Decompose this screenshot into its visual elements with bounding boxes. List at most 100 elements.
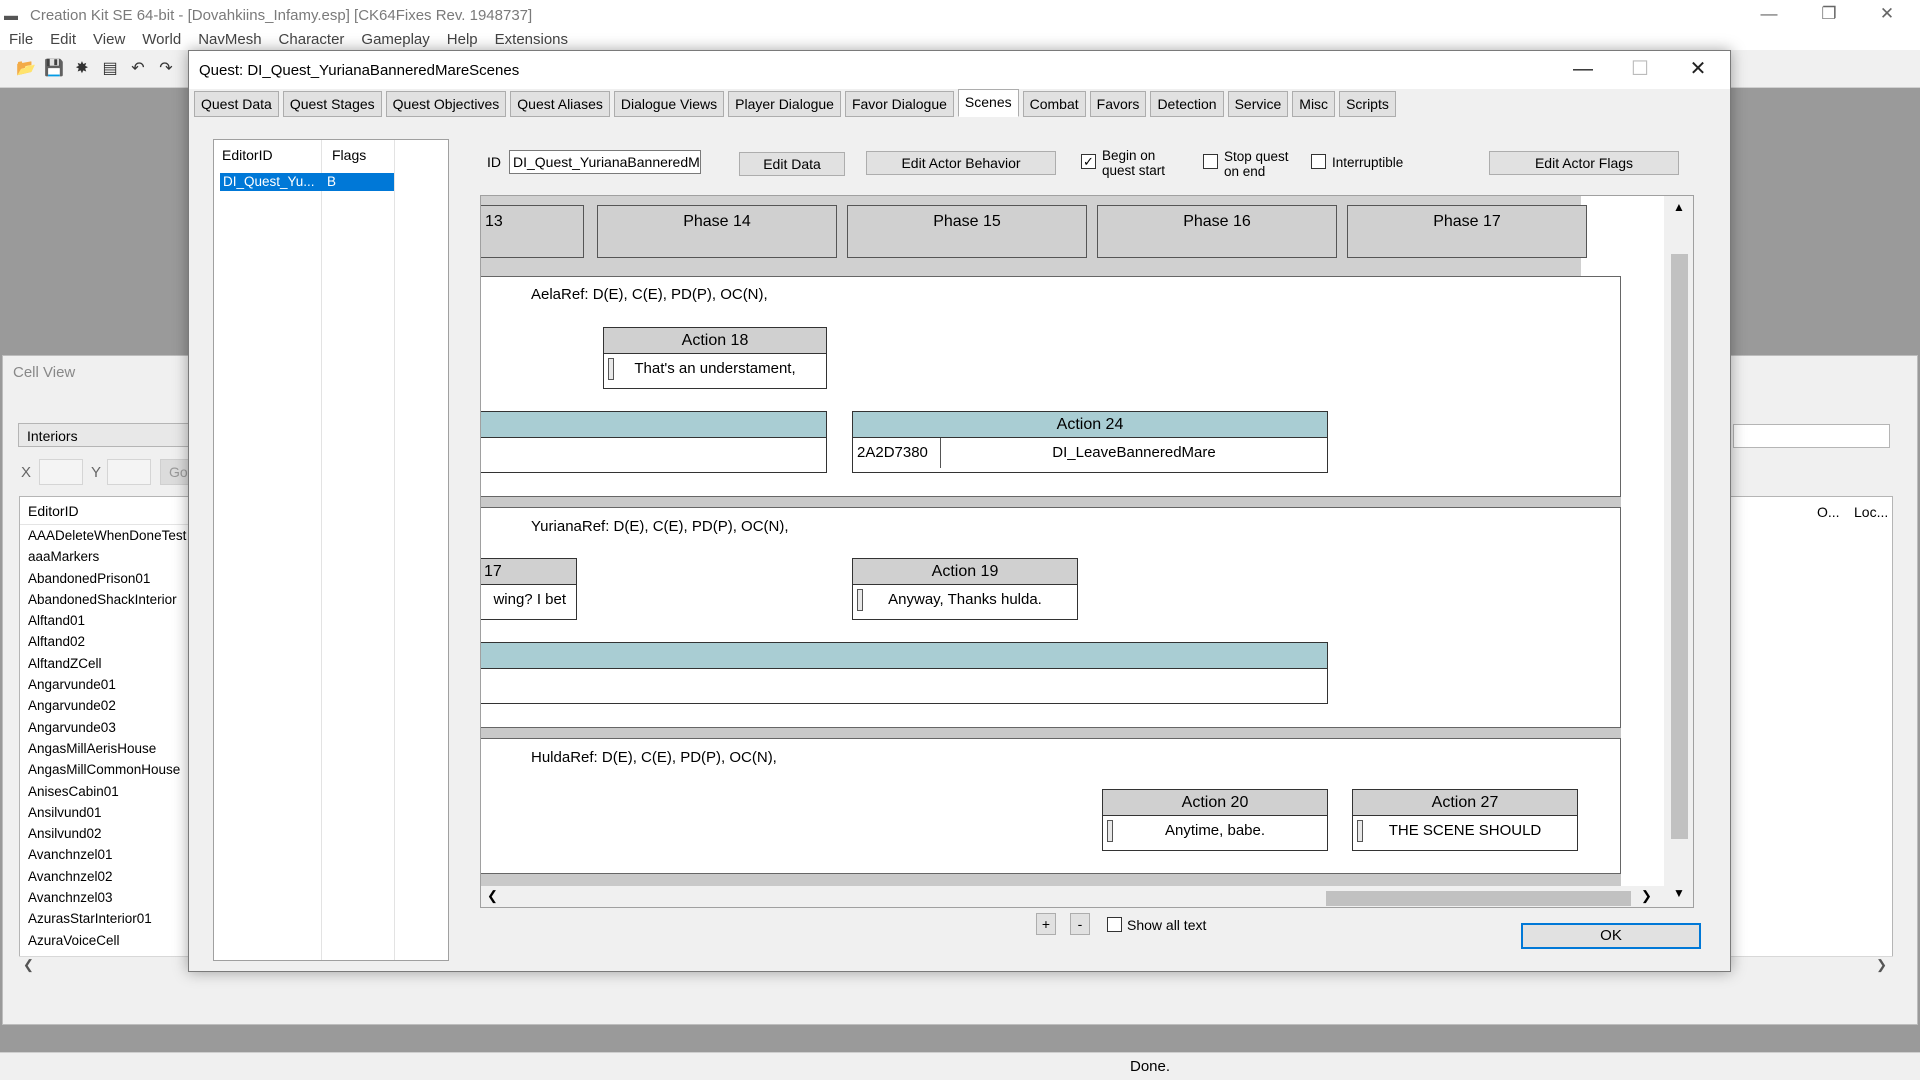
menu-gameplay[interactable]: Gameplay	[352, 30, 437, 50]
tab-detection[interactable]: Detection	[1150, 91, 1224, 117]
scene-list-header-editorid[interactable]: EditorID	[214, 140, 281, 168]
edit-actor-behavior-button[interactable]: Edit Actor Behavior	[866, 151, 1056, 175]
x-input[interactable]	[39, 459, 83, 485]
action-handle[interactable]	[857, 589, 863, 611]
scroll-left-icon[interactable]: ❮	[23, 957, 34, 973]
tab-quest-objectives[interactable]: Quest Objectives	[385, 91, 507, 117]
tab-dialogue-views[interactable]: Dialogue Views	[613, 91, 725, 117]
menu-character[interactable]: Character	[270, 30, 353, 50]
y-input[interactable]	[107, 459, 151, 485]
object-list-header-o[interactable]: O...	[1817, 504, 1840, 520]
phase-15[interactable]: Phase 15	[847, 205, 1087, 258]
phase-17[interactable]: Phase 17	[1347, 205, 1587, 258]
tab-quest-aliases[interactable]: Quest Aliases	[510, 91, 610, 117]
cell-list-item[interactable]: Ansilvund01	[20, 802, 188, 823]
scene-hscroll-thumb[interactable]	[1326, 891, 1631, 906]
tab-quest-stages[interactable]: Quest Stages	[282, 91, 382, 117]
cell-list-item[interactable]: AzurasStarInterior01	[20, 908, 188, 929]
cell-list-item[interactable]: Angarvunde02	[20, 695, 188, 716]
cell-list-item[interactable]: AngasMillAerisHouse	[20, 738, 188, 759]
tab-service[interactable]: Service	[1227, 91, 1289, 117]
quest-close-button[interactable]: ✕	[1669, 51, 1727, 89]
cell-list-item[interactable]: AzuraVoiceCell	[20, 930, 188, 951]
cell-list-item[interactable]: aaaMarkers	[20, 546, 188, 567]
action-offscreen-aela[interactable]	[481, 411, 827, 473]
worldspace-dropdown[interactable]: Interiors	[18, 423, 198, 447]
tab-misc[interactable]: Misc	[1292, 91, 1336, 117]
undo-icon[interactable]: ↶	[124, 56, 152, 82]
action-18[interactable]: Action 18 That's an understament,	[603, 327, 827, 389]
cell-list-item[interactable]: AAADeleteWhenDoneTest	[20, 525, 188, 546]
scroll-right-icon[interactable]: ❯	[1641, 888, 1652, 904]
zoom-out-button[interactable]: -	[1070, 913, 1090, 935]
cell-list-item[interactable]: Ansilvund02	[20, 823, 188, 844]
action-offscreen-yuriana[interactable]	[481, 642, 1328, 704]
cell-list-item[interactable]: AbandonedPrison01	[20, 568, 188, 589]
edit-actor-flags-button[interactable]: Edit Actor Flags	[1489, 151, 1679, 175]
cell-list-item[interactable]: AnisesCabin01	[20, 781, 188, 802]
cell-list-item[interactable]: Angarvunde01	[20, 674, 188, 695]
edit-data-button[interactable]: Edit Data	[739, 152, 845, 176]
menu-help[interactable]: Help	[438, 30, 486, 50]
phase-13[interactable]: 13	[481, 205, 584, 258]
scroll-left-icon[interactable]: ❮	[487, 888, 498, 904]
menu-edit[interactable]: Edit	[41, 30, 84, 50]
action-handle[interactable]	[1107, 820, 1113, 842]
begin-on-start-checkbox[interactable]: ✓	[1081, 154, 1096, 169]
tab-player-dialogue[interactable]: Player Dialogue	[728, 91, 841, 117]
cell-list-item[interactable]: Avanchnzel03	[20, 887, 188, 908]
cell-list[interactable]: EditorID AAADeleteWhenDoneTest aaaMarkers…	[19, 496, 189, 974]
data-icon[interactable]: ▤	[96, 56, 124, 82]
show-all-text-checkbox[interactable]	[1107, 917, 1122, 932]
tab-favor-dialogue[interactable]: Favor Dialogue	[844, 91, 954, 117]
close-button[interactable]: ✕	[1858, 0, 1916, 30]
scene-timeline[interactable]: 13 Phase 14 Phase 15 Phase 16 Phase 17 A…	[480, 195, 1694, 908]
action-19[interactable]: Action 19 Anyway, Thanks hulda.	[852, 558, 1078, 620]
scene-vertical-scrollbar[interactable]: ▲ ▼	[1664, 196, 1693, 907]
cell-list-item[interactable]: Alftand01	[20, 610, 188, 631]
cell-list-item[interactable]: Angarvunde03	[20, 717, 188, 738]
save-icon[interactable]: 💾	[40, 56, 68, 82]
menu-navmesh[interactable]: NavMesh	[189, 30, 269, 50]
restore-button[interactable]: ❐	[1800, 0, 1858, 30]
open-folder-icon[interactable]: 📂	[12, 56, 40, 82]
cell-list-item[interactable]: Avanchnzel02	[20, 866, 188, 887]
object-filter-input[interactable]	[1733, 424, 1890, 448]
action-20[interactable]: Action 20 Anytime, babe.	[1102, 789, 1328, 851]
object-list-header-loc[interactable]: Loc...	[1854, 504, 1888, 520]
cell-list-header[interactable]: EditorID	[20, 497, 188, 525]
cell-list-item[interactable]: Alftand02	[20, 631, 188, 652]
cell-list-item[interactable]: AngasMillCommonHouse	[20, 759, 188, 780]
tab-quest-data[interactable]: Quest Data	[194, 91, 279, 117]
tab-scripts[interactable]: Scripts	[1339, 91, 1396, 117]
stop-on-end-checkbox[interactable]	[1203, 154, 1218, 169]
tab-scenes[interactable]: Scenes	[957, 89, 1019, 117]
object-list[interactable]	[1713, 496, 1893, 974]
tab-combat[interactable]: Combat	[1022, 91, 1086, 117]
quest-minimize-button[interactable]: —	[1554, 51, 1612, 89]
ok-button[interactable]: OK	[1521, 923, 1701, 949]
action-27[interactable]: Action 27 THE SCENE SHOULD	[1352, 789, 1578, 851]
redo-icon[interactable]: ↷	[152, 56, 180, 82]
action-17[interactable]: 17 wing? I bet	[481, 558, 577, 620]
plugin-icon[interactable]: ✸	[68, 56, 96, 82]
minimize-button[interactable]: —	[1740, 0, 1798, 30]
menu-extensions[interactable]: Extensions	[486, 30, 576, 50]
action-handle[interactable]	[608, 358, 614, 380]
interruptible-checkbox[interactable]	[1311, 154, 1326, 169]
scene-horizontal-scrollbar[interactable]: ❮ ❯	[481, 886, 1664, 907]
phase-16[interactable]: Phase 16	[1097, 205, 1337, 258]
action-24[interactable]: Action 24 2A2D7380 DI_LeaveBanneredMare	[852, 411, 1328, 473]
cell-list-item[interactable]: Avanchnzel01	[20, 844, 188, 865]
scroll-right-icon[interactable]: ❯	[1876, 957, 1887, 973]
tab-favors[interactable]: Favors	[1089, 91, 1147, 117]
menu-view[interactable]: View	[84, 30, 133, 50]
cell-list-item[interactable]: AlftandZCell	[20, 653, 188, 674]
scene-id-input[interactable]: DI_Quest_YurianaBanneredMa	[509, 150, 701, 174]
scene-list[interactable]: EditorID Flags DI_Quest_Yu... B	[213, 139, 449, 961]
scene-list-row-selected[interactable]: DI_Quest_Yu... B	[220, 173, 394, 191]
scroll-down-icon[interactable]: ▼	[1673, 886, 1685, 900]
action-handle[interactable]	[1357, 820, 1363, 842]
scroll-up-icon[interactable]: ▲	[1673, 200, 1685, 214]
cell-list-item[interactable]: AbandonedShackInterior	[20, 589, 188, 610]
